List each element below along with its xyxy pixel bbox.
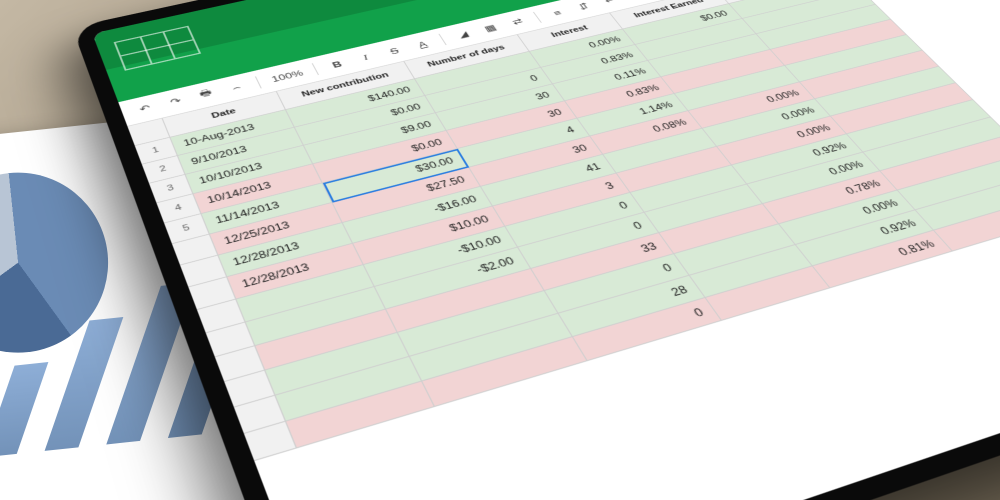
zoom-level[interactable]: 100% <box>269 66 306 85</box>
paint-format-icon[interactable]: ⌢ <box>225 80 248 96</box>
separator <box>439 34 447 45</box>
strikethrough-button[interactable]: S <box>383 43 406 58</box>
italic-button[interactable]: I <box>354 50 377 65</box>
horizontal-align-icon[interactable]: ≡ <box>546 6 569 20</box>
vertical-align-icon[interactable]: ⇵ <box>572 0 595 14</box>
separator <box>533 12 542 23</box>
redo-icon[interactable]: ↷ <box>165 94 187 110</box>
text-color-button[interactable]: A <box>411 37 434 52</box>
separator <box>255 76 262 88</box>
fill-color-icon[interactable]: ◢ <box>452 27 475 42</box>
spreadsheet-app: ↶ ↷ 🖶 ⌢ 100% B I S A ◢ ▦ ⇄ ≡ ⇵ ↵ Date <box>92 0 1000 500</box>
merge-cells-icon[interactable]: ⇄ <box>506 15 529 29</box>
bold-button[interactable]: B <box>326 56 349 71</box>
borders-icon[interactable]: ▦ <box>479 21 502 36</box>
print-icon[interactable]: 🖶 <box>195 87 217 103</box>
bar <box>0 362 48 457</box>
separator <box>312 63 319 75</box>
scene-root: ↶ ↷ 🖶 ⌢ 100% B I S A ◢ ▦ ⇄ ≡ ⇵ ↵ Date <box>0 0 1000 500</box>
text-wrap-icon[interactable]: ↵ <box>598 0 621 7</box>
undo-icon[interactable]: ↶ <box>134 101 156 117</box>
